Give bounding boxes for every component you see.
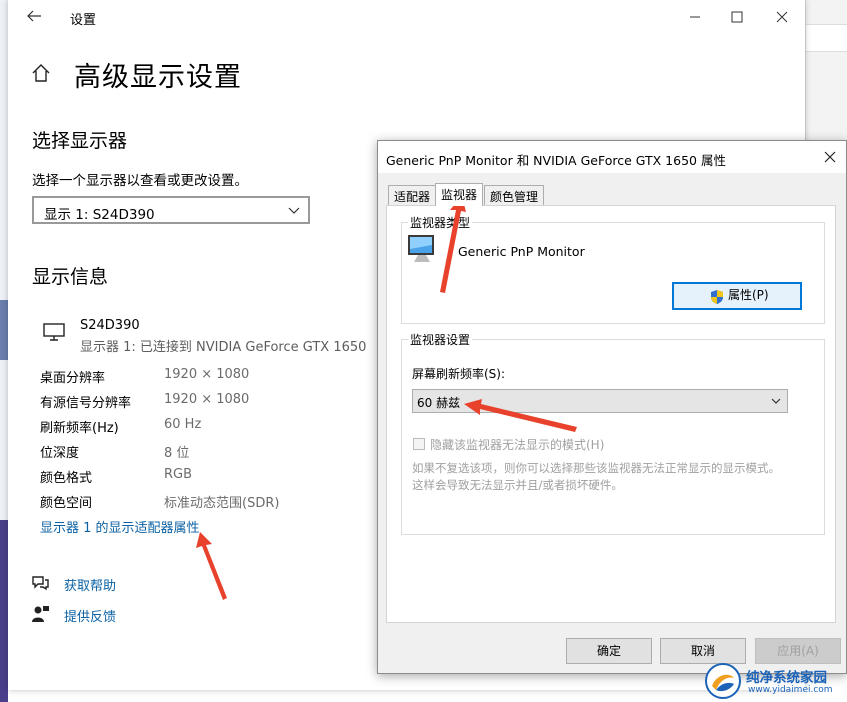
- watermark-url: www.yidaimei.com: [748, 685, 833, 695]
- background-browser: [805, 0, 847, 140]
- hide-modes-checkbox[interactable]: [413, 438, 425, 450]
- window-title: 设置: [70, 13, 97, 28]
- monitor-device-icon: [408, 235, 434, 262]
- maximize-icon[interactable]: [728, 8, 746, 26]
- get-help-label: 获取帮助: [64, 579, 117, 594]
- dialog-title: Generic PnP Monitor 和 NVIDIA GeForce GTX…: [386, 153, 726, 168]
- info-key: 颜色空间: [40, 496, 93, 511]
- info-value: 60 Hz: [164, 417, 202, 432]
- monitor-type-legend: 监视器类型: [408, 214, 473, 231]
- monitor-type-name: Generic PnP Monitor: [458, 244, 585, 259]
- close-icon[interactable]: [822, 149, 838, 165]
- home-icon[interactable]: [30, 62, 52, 84]
- background-desktop: [0, 0, 8, 702]
- dialog-titlebar: Generic PnP Monitor 和 NVIDIA GeForce GTX…: [378, 141, 846, 173]
- refresh-rate-label: 屏幕刷新频率(S):: [412, 367, 506, 381]
- monitor-properties-button[interactable]: 属性(P): [672, 282, 802, 310]
- ok-button[interactable]: 确定: [566, 638, 652, 664]
- monitor-settings-legend: 监视器设置: [408, 331, 473, 348]
- info-value: 1920 × 1080: [164, 367, 250, 382]
- refresh-rate-value: 60 赫兹: [417, 396, 461, 410]
- feedback-person-icon: [32, 606, 49, 622]
- warning-note-line2: 这样会导致无法显示并且/或者损坏硬件。: [412, 478, 623, 492]
- hide-modes-label: 隐藏该监视器无法显示的模式(H): [430, 438, 605, 452]
- close-icon[interactable]: [773, 8, 791, 26]
- watermark-title: 纯净系统家园: [746, 670, 827, 686]
- info-value: 标准动态范围(SDR): [164, 496, 280, 511]
- select-display-description: 选择一个显示器以查看或更改设置。: [32, 173, 248, 189]
- chevron-down-icon: [771, 398, 781, 404]
- select-display-heading: 选择显示器: [32, 130, 128, 152]
- info-key: 位深度: [40, 446, 80, 461]
- monitor-name: S24D390: [80, 318, 140, 333]
- tab-adapter[interactable]: 适配器: [388, 185, 437, 205]
- info-value: RGB: [164, 467, 193, 482]
- info-key: 桌面分辨率: [40, 371, 106, 386]
- shield-icon: [711, 290, 723, 304]
- refresh-rate-select[interactable]: 60 赫兹: [412, 389, 788, 413]
- display-select-value: 显示 1: S24D390: [44, 207, 155, 223]
- monitor-tab-panel: 监视器类型 监视器设置: [386, 205, 836, 623]
- back-arrow-icon[interactable]: [24, 6, 44, 26]
- info-value: 8 位: [164, 446, 190, 461]
- help-chat-icon: [32, 576, 49, 591]
- settings-titlebar: 设置: [8, 0, 805, 34]
- watermark-logo-icon: [705, 663, 741, 699]
- display-select[interactable]: 显示 1: S24D390: [32, 196, 310, 224]
- page-title: 高级显示设置: [74, 62, 242, 93]
- watermark: 纯净系统家园 www.yidaimei.com: [700, 660, 847, 702]
- tab-color-management[interactable]: 颜色管理: [484, 185, 545, 205]
- monitor-properties-label: 属性(P): [728, 288, 769, 302]
- info-key: 有源信号分辨率: [40, 396, 132, 411]
- adapter-properties-link[interactable]: 显示器 1 的显示适配器属性: [40, 517, 200, 536]
- display-info-heading: 显示信息: [32, 266, 109, 288]
- info-key: 颜色格式: [40, 471, 93, 486]
- monitor-properties-dialog: Generic PnP Monitor 和 NVIDIA GeForce GTX…: [377, 140, 847, 674]
- warning-note-line1: 如果不复选该项，则你可以选择那些该监视器无法正常显示的显示模式。: [412, 461, 780, 475]
- minimize-icon[interactable]: [686, 8, 704, 26]
- monitor-icon: [43, 323, 65, 341]
- monitor-connection: 显示器 1: 已连接到 NVIDIA GeForce GTX 1650: [80, 340, 367, 355]
- chevron-down-icon: [288, 207, 300, 214]
- tab-monitor[interactable]: 监视器: [435, 183, 484, 206]
- info-value: 1920 × 1080: [164, 392, 250, 407]
- feedback-label: 提供反馈: [64, 610, 117, 625]
- info-key: 刷新频率(Hz): [40, 421, 119, 436]
